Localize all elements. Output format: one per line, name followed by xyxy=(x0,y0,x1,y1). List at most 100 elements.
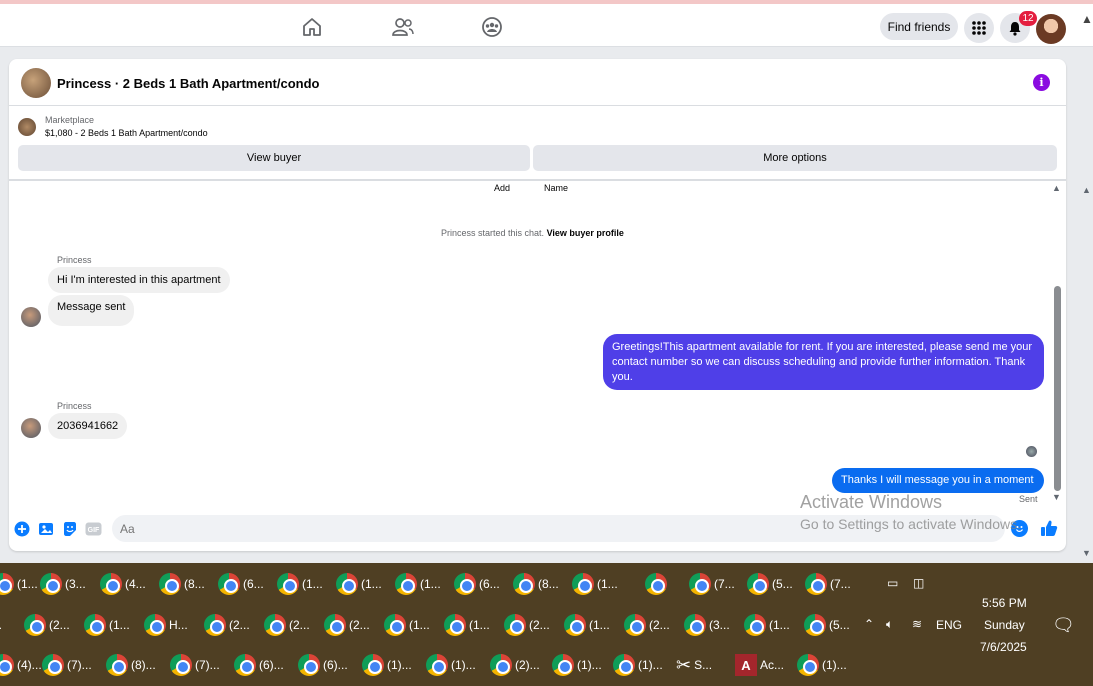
taskbar-snipping-tool[interactable]: ✂ S... xyxy=(676,645,712,685)
page-scroll-down-arrow[interactable]: ▼ xyxy=(1082,548,1091,558)
chevron-up-icon[interactable]: ▲ xyxy=(1081,12,1093,26)
taskbar-label: (7)... xyxy=(195,658,220,672)
taskbar-chrome-window[interactable]: (8... xyxy=(159,564,205,604)
sender-avatar[interactable] xyxy=(21,307,41,327)
more-options-button[interactable]: More options xyxy=(533,145,1057,171)
sender-avatar[interactable] xyxy=(21,418,41,438)
meet-icon[interactable]: ◫ xyxy=(913,576,924,590)
chrome-icon xyxy=(277,573,299,595)
home-icon[interactable] xyxy=(299,16,325,38)
incoming-message[interactable]: Hi I'm interested in this apartment xyxy=(48,267,230,293)
chrome-icon xyxy=(0,654,14,676)
chrome-icon xyxy=(572,573,594,595)
taskbar-chrome-window[interactable]: (1... xyxy=(564,605,610,645)
chrome-icon xyxy=(264,614,286,636)
chat-title[interactable]: Princess · 2 Beds 1 Bath Apartment/condo xyxy=(57,76,319,91)
taskbar-chrome-window[interactable]: (5... xyxy=(804,605,850,645)
page-scroll-up-arrow[interactable]: ▲ xyxy=(1082,185,1091,195)
speaker-icon[interactable]: 🔈︎ xyxy=(886,617,893,632)
taskbar-chrome-window[interactable]: (7... xyxy=(805,564,851,604)
taskbar-chrome-window[interactable]: (2... xyxy=(624,605,670,645)
taskbar-chrome-window[interactable]: ... xyxy=(0,605,2,645)
taskbar-chrome-window[interactable]: (7)... xyxy=(170,645,220,685)
clock-time[interactable]: 5:56 PM xyxy=(982,596,1027,610)
listing-summary[interactable]: $1,080 - 2 Beds 1 Bath Apartment/condo xyxy=(45,128,208,138)
taskbar-chrome-window[interactable]: (2... xyxy=(504,605,550,645)
taskbar-chrome-window[interactable]: (2)... xyxy=(490,645,540,685)
taskbar-chrome-window[interactable]: (8... xyxy=(513,564,559,604)
taskbar-chrome-window[interactable]: (2... xyxy=(24,605,70,645)
name-label[interactable]: Name xyxy=(544,183,568,193)
taskbar-chrome-window[interactable]: (1)... xyxy=(426,645,476,685)
taskbar-chrome-window[interactable]: (4)... xyxy=(0,645,42,685)
taskbar-label: (8... xyxy=(538,577,559,591)
outgoing-message[interactable]: Thanks I will message you in a moment xyxy=(832,468,1044,493)
taskbar-chrome-window[interactable]: (1... xyxy=(384,605,430,645)
view-buyer-profile-link[interactable]: View buyer profile xyxy=(547,228,624,238)
language-indicator[interactable]: ENG xyxy=(936,618,962,632)
incoming-message[interactable]: Message sent xyxy=(48,295,135,326)
taskbar-label: (3... xyxy=(65,577,86,591)
taskbar-chrome-window[interactable]: (6)... xyxy=(234,645,284,685)
info-icon[interactable]: i xyxy=(1033,74,1050,91)
taskbar-chrome-window[interactable]: (7)... xyxy=(42,645,92,685)
taskbar-access-app[interactable]: A Ac... xyxy=(735,645,784,685)
taskbar-chrome-window[interactable]: (1... xyxy=(0,564,38,604)
clock-date[interactable]: 7/6/2025 xyxy=(980,640,1027,654)
taskbar-chrome-window[interactable]: (5... xyxy=(747,564,793,604)
taskbar-chrome-window[interactable]: (2... xyxy=(204,605,250,645)
sticker-icon[interactable] xyxy=(61,520,78,537)
plus-icon[interactable] xyxy=(13,520,30,537)
taskbar-chrome-window[interactable]: (6)... xyxy=(298,645,348,685)
taskbar-chrome-window[interactable]: (1)... xyxy=(362,645,412,685)
activate-windows-subtitle: Go to Settings to activate Windows. xyxy=(800,516,1021,532)
taskbar-chrome-window[interactable]: (1... xyxy=(277,564,323,604)
taskbar-chrome-window[interactable]: (6... xyxy=(454,564,500,604)
taskbar-chrome-window[interactable]: (1)... xyxy=(613,645,663,685)
clock-day[interactable]: Sunday xyxy=(984,618,1025,632)
access-icon: A xyxy=(735,654,757,676)
taskbar-chrome-window[interactable]: (2... xyxy=(324,605,370,645)
taskbar-chrome-window[interactable]: (1... xyxy=(336,564,382,604)
taskbar-chrome-window[interactable]: (1)... xyxy=(552,645,602,685)
add-label[interactable]: Add xyxy=(494,183,510,193)
taskbar-chrome-window[interactable]: (1... xyxy=(84,605,130,645)
incoming-message[interactable]: 2036941662 xyxy=(48,413,128,439)
notification-center-icon[interactable]: 🗨︎ xyxy=(1052,615,1075,636)
outgoing-message[interactable]: Greetings!This apartment available for r… xyxy=(603,334,1044,390)
taskbar-chrome-window[interactable]: (1... xyxy=(744,605,790,645)
contact-avatar[interactable] xyxy=(21,68,51,98)
gif-icon[interactable]: GIF xyxy=(85,520,102,537)
listing-thumbnail[interactable] xyxy=(18,118,36,136)
taskbar-chrome-window[interactable]: (7... xyxy=(689,564,735,604)
friends-icon[interactable] xyxy=(390,16,416,38)
chat-scrollbar[interactable] xyxy=(1054,286,1061,491)
photo-icon[interactable] xyxy=(37,520,54,537)
taskbar-chrome-window[interactable] xyxy=(645,564,670,604)
taskbar-chrome-window[interactable]: (3... xyxy=(684,605,730,645)
taskbar-chrome-window[interactable]: (1... xyxy=(395,564,441,604)
taskbar-chrome-window[interactable]: (6... xyxy=(218,564,264,604)
scroll-up-arrow[interactable]: ▲ xyxy=(1052,183,1061,193)
taskbar-label: (5... xyxy=(829,618,850,632)
taskbar-chrome-window[interactable]: (4... xyxy=(100,564,146,604)
chrome-icon xyxy=(552,654,574,676)
thumbs-up-icon[interactable] xyxy=(1040,519,1058,537)
chrome-icon xyxy=(504,614,526,636)
scroll-down-arrow[interactable]: ▼ xyxy=(1052,492,1061,502)
groups-icon[interactable] xyxy=(479,16,505,38)
profile-avatar[interactable] xyxy=(1036,14,1066,44)
menu-grid-button[interactable] xyxy=(964,13,994,43)
view-buyer-button[interactable]: View buyer xyxy=(18,145,530,171)
taskbar-chrome-window[interactable]: (1... xyxy=(444,605,490,645)
taskbar-chrome-window[interactable]: H... xyxy=(144,605,188,645)
find-friends-button[interactable]: Find friends xyxy=(880,13,958,40)
wifi-icon[interactable]: ≋ xyxy=(912,617,922,631)
taskbar-chrome-window[interactable]: (3... xyxy=(40,564,86,604)
taskbar-chrome-window[interactable]: (8)... xyxy=(106,645,156,685)
show-hidden-icons-chevron-icon[interactable]: ⌃ xyxy=(864,617,874,631)
taskbar-chrome-window[interactable]: (1... xyxy=(572,564,618,604)
taskbar-chrome-window[interactable]: (1)... xyxy=(797,645,847,685)
taskbar-chrome-window[interactable]: (2... xyxy=(264,605,310,645)
battery-saver-icon[interactable]: ▭ xyxy=(887,576,898,590)
